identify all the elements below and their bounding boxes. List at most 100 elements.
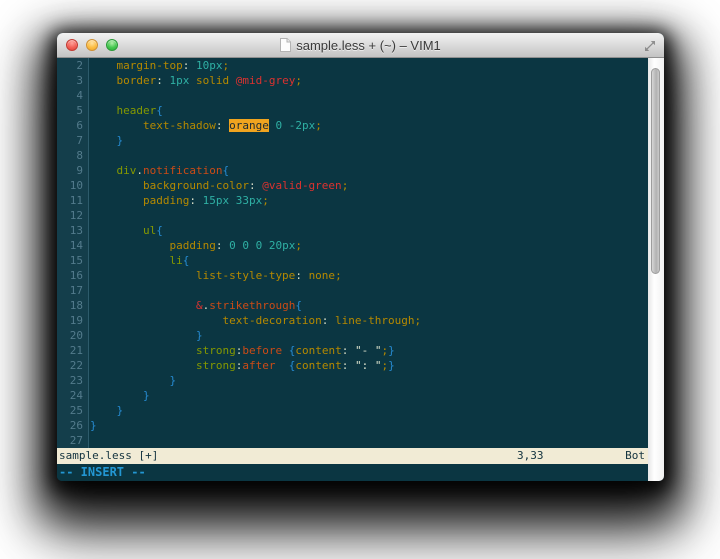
status-bar: sample.less [+] 3,33 Bot — [57, 448, 648, 464]
code-token — [90, 119, 143, 132]
code-token — [90, 359, 196, 372]
code-token — [189, 59, 196, 72]
code-token — [282, 344, 289, 357]
code-text — [89, 283, 90, 298]
code-text: text-decoration: line-through; — [89, 313, 421, 328]
code-line: 17 — [57, 283, 648, 298]
code-token: div — [117, 164, 137, 177]
code-token: ; — [342, 179, 349, 192]
code-token: none — [309, 269, 336, 282]
line-number: 14 — [57, 238, 89, 253]
line-number: 18 — [57, 298, 89, 313]
close-button[interactable] — [66, 39, 78, 51]
code-token: } — [117, 134, 124, 147]
code-token: "- " — [355, 344, 382, 357]
code-token: . — [136, 164, 143, 177]
code-line: 2 margin-top: 10px; — [57, 58, 648, 73]
line-number: 23 — [57, 373, 89, 388]
code-token: 33px — [236, 194, 263, 207]
code-token: background-color — [143, 179, 249, 192]
code-line: 11 padding: 15px 33px; — [57, 193, 648, 208]
code-token — [163, 74, 170, 87]
code-token — [90, 269, 196, 282]
code-line: 15 li{ — [57, 253, 648, 268]
title-group: sample.less + (~) – VIM1 — [57, 33, 664, 57]
line-number: 24 — [57, 388, 89, 403]
line-number: 22 — [57, 358, 89, 373]
code-token — [90, 224, 143, 237]
code-token — [90, 74, 117, 87]
code-line: 23 } — [57, 373, 648, 388]
minimize-button[interactable] — [86, 39, 98, 51]
code-token: { — [156, 104, 163, 117]
code-line: 21 strong:before {content: "- ";} — [57, 343, 648, 358]
code-token — [196, 194, 203, 207]
code-token — [90, 134, 117, 147]
code-token: content — [295, 344, 341, 357]
code-line: 24 } — [57, 388, 648, 403]
status-scroll-indicator: Bot — [625, 448, 645, 464]
titlebar[interactable]: sample.less + (~) – VIM1 — [57, 33, 664, 58]
scrollbar-track[interactable] — [648, 58, 664, 481]
code-line: 4 — [57, 88, 648, 103]
code-token: 1px — [170, 74, 190, 87]
code-token: strong — [196, 344, 236, 357]
code-text: } — [89, 328, 203, 343]
code-token: ; — [335, 269, 342, 282]
code-text: } — [89, 418, 97, 433]
code-text — [89, 148, 90, 163]
code-token — [282, 119, 289, 132]
code-token: ; — [295, 74, 302, 87]
code-token — [275, 359, 288, 372]
code-token: solid — [196, 74, 229, 87]
zoom-button[interactable] — [106, 39, 118, 51]
code-token: : — [295, 269, 302, 282]
line-number: 8 — [57, 148, 89, 163]
line-number: 17 — [57, 283, 89, 298]
line-number: 11 — [57, 193, 89, 208]
code-token: strong — [196, 359, 236, 372]
code-line: 5 header{ — [57, 103, 648, 118]
code-text: div.notification{ — [89, 163, 229, 178]
status-cursor-position: 3,33 — [517, 448, 544, 464]
search-highlight: orange — [229, 119, 269, 132]
code-lines[interactable]: 2 margin-top: 10px;3 border: 1px solid @… — [57, 58, 648, 448]
line-number: 25 — [57, 403, 89, 418]
vim-area: 2 margin-top: 10px;3 border: 1px solid @… — [57, 58, 664, 481]
code-token: } — [388, 359, 395, 372]
code-token: border — [117, 74, 157, 87]
scrollbar-thumb[interactable] — [651, 68, 660, 274]
code-token — [348, 359, 355, 372]
code-token — [90, 104, 117, 117]
code-line: 26} — [57, 418, 648, 433]
code-line: 18 &.strikethrough{ — [57, 298, 648, 313]
code-line: 25 } — [57, 403, 648, 418]
code-line: 12 — [57, 208, 648, 223]
code-text: ul{ — [89, 223, 163, 238]
code-token — [90, 314, 222, 327]
code-token — [348, 344, 355, 357]
code-token — [249, 239, 256, 252]
code-token: ul — [143, 224, 156, 237]
code-token — [90, 254, 169, 267]
code-line: 27 — [57, 433, 648, 448]
code-token: text-shadow — [143, 119, 216, 132]
code-token: notification — [143, 164, 222, 177]
resize-icon[interactable] — [644, 39, 656, 51]
code-token — [229, 194, 236, 207]
code-token — [90, 329, 196, 342]
code-token: strikethrough — [209, 299, 295, 312]
code-token: li — [169, 254, 182, 267]
code-text: strong:before {content: "- ";} — [89, 343, 395, 358]
code-token: margin-top — [117, 59, 183, 72]
code-line: 8 — [57, 148, 648, 163]
status-filename: sample.less [+] — [59, 449, 158, 462]
code-token: } — [169, 374, 176, 387]
code-token — [90, 404, 117, 417]
code-text: text-shadow: orange 0 -2px; — [89, 118, 322, 133]
code-token: ; — [295, 239, 302, 252]
code-token: & — [196, 299, 203, 312]
line-number: 27 — [57, 433, 89, 448]
code-line: 7 } — [57, 133, 648, 148]
line-number: 16 — [57, 268, 89, 283]
